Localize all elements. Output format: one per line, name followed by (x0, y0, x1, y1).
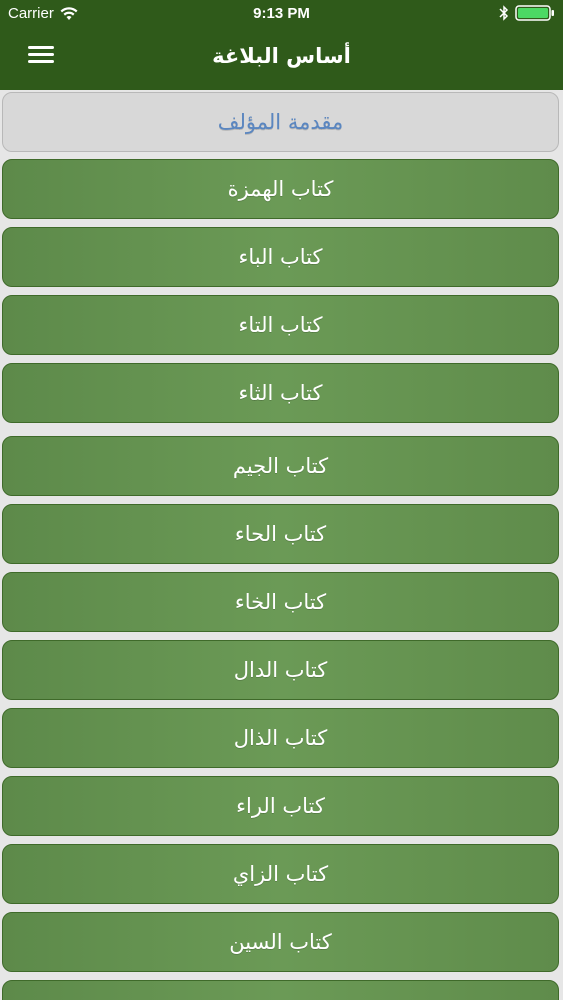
list-item-label: كتاب الزاي (232, 862, 329, 886)
list-item-label: كتاب التاء (238, 313, 323, 337)
chapter-list[interactable]: مقدمة المؤلف كتاب الهمزة كتاب الباء كتاب… (0, 90, 563, 1000)
battery-icon (515, 5, 555, 21)
list-item-label: كتاب الثاء (238, 381, 323, 405)
list-item[interactable]: كتاب الخاء (2, 572, 559, 632)
navigation-bar: أساس البلاغة (0, 28, 563, 90)
list-item[interactable]: كتاب الهمزة (2, 159, 559, 219)
list-item-label: كتاب الباء (238, 245, 323, 269)
list-item[interactable]: كتاب الدال (2, 640, 559, 700)
list-item[interactable]: كتاب الراء (2, 776, 559, 836)
list-item[interactable]: كتاب الباء (2, 227, 559, 287)
list-item-label: كتاب الحاء (234, 522, 327, 546)
list-item[interactable]: كتاب الذال (2, 708, 559, 768)
list-item-label: كتاب الذال (233, 726, 328, 750)
list-item[interactable]: كتاب الزاي (2, 844, 559, 904)
list-item[interactable]: كتاب الجيم (2, 436, 559, 496)
list-item-label: مقدمة المؤلف (217, 110, 344, 134)
list-item-label: كتاب السين (229, 930, 332, 954)
list-item-label: كتاب الهمزة (227, 177, 334, 201)
bluetooth-icon (499, 5, 509, 21)
status-right (499, 5, 555, 21)
status-time: 9:13 PM (253, 5, 310, 22)
list-item[interactable]: كتاب التاء (2, 295, 559, 355)
list-item-label: كتاب الدال (233, 658, 328, 682)
list-item-label: كتاب الراء (236, 794, 325, 818)
list-item[interactable]: كتاب السين (2, 912, 559, 972)
list-item[interactable]: مقدمة المؤلف (2, 92, 559, 152)
page-title: أساس البلاغة (212, 44, 351, 68)
list-item-label: كتاب الخاء (234, 590, 327, 614)
list-item-partial[interactable] (2, 980, 559, 1000)
list-item[interactable]: كتاب الحاء (2, 504, 559, 564)
list-item[interactable]: كتاب الثاء (2, 363, 559, 423)
list-item-label: كتاب الجيم (232, 454, 329, 478)
status-bar: Carrier 9:13 PM (0, 0, 563, 28)
